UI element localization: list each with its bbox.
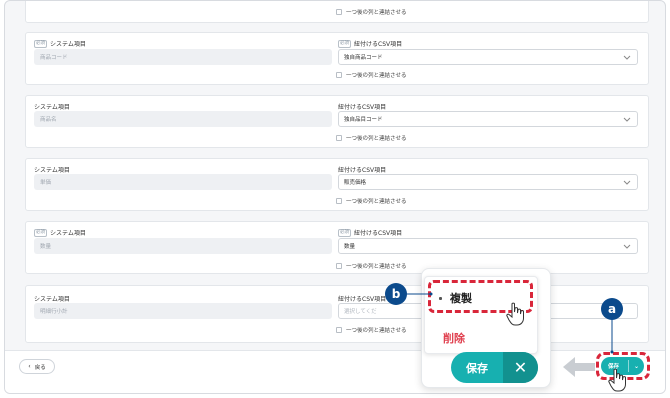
back-button-label: 戻る xyxy=(34,364,46,371)
chevron-down-icon xyxy=(623,180,631,185)
link-next-column-label: 一つ後の列と連結させる xyxy=(346,10,407,16)
save-split-button-enlarged[interactable]: 保存 ✕ xyxy=(451,352,538,383)
hand-cursor-icon xyxy=(608,368,626,392)
system-field-label: システム項目 xyxy=(34,296,70,303)
system-field-label: システム項目 xyxy=(34,104,70,111)
system-field-value: 数量 xyxy=(34,238,332,254)
link-next-column-checkbox[interactable]: 一つ後の列と連結させる xyxy=(336,134,407,142)
csv-field-select[interactable]: 販売価格 xyxy=(338,174,638,190)
save-button-label[interactable]: 保存 xyxy=(451,352,503,383)
csv-field-selected-value: 独自品目コード xyxy=(344,117,383,123)
link-next-column-label: 一つ後の列と連結させる xyxy=(346,136,407,142)
system-field-label: 必須 システム項目 xyxy=(34,228,86,237)
csv-field-label: 必須 紐付けるCSV項目 xyxy=(338,39,402,48)
mapping-row: システム項目 商品名 紐付けるCSV項目 独自品目コード 一つ後の列と連結させる xyxy=(25,95,649,148)
link-next-column-checkbox[interactable]: 一つ後の列と連結させる xyxy=(336,71,407,79)
csv-field-select[interactable]: 数量 xyxy=(338,238,638,254)
csv-field-label: 紐付けるCSV項目 xyxy=(338,104,387,111)
menu-item-delete[interactable]: 削除 xyxy=(443,330,465,346)
system-field-label: システム項目 xyxy=(34,167,70,174)
close-icon[interactable]: ✕ xyxy=(503,352,538,383)
required-tag: 必須 xyxy=(34,228,47,237)
chevron-left-icon: ‹ xyxy=(28,363,31,370)
connector-line xyxy=(405,292,433,296)
csv-field-label-text: 紐付けるCSV項目 xyxy=(354,41,403,48)
link-next-column-label: 一つ後の列と連結させる xyxy=(346,73,407,79)
chevron-down-icon xyxy=(623,55,631,60)
csv-field-label: 紐付けるCSV項目 xyxy=(338,167,387,174)
mapping-row: 必須 システム項目 数量 必須 紐付けるCSV項目 数量 一つ後の列と連結させる xyxy=(25,221,649,274)
arrow-left-icon xyxy=(563,357,595,377)
link-next-column-label: 一つ後の列と連結させる xyxy=(346,328,407,334)
csv-field-label: 紐付けるCSV項目 xyxy=(338,296,387,303)
mapping-row: システム項目 単価 紐付けるCSV項目 販売価格 一つ後の列と連結させる xyxy=(25,158,649,211)
app-window: 一つ後の列と連結させる 必須 システム項目 商品コード 必須 紐付けるCSV項目… xyxy=(4,0,666,394)
chevron-down-icon xyxy=(623,244,631,249)
chevron-down-icon xyxy=(623,117,631,122)
csv-field-selected-value: 販売価格 xyxy=(344,180,367,186)
mapping-row: システム項目 明細行小計 紐付けるCSV項目 選択してくだ 一つ後の列と連結させ… xyxy=(25,285,649,343)
mapping-row: 必須 システム項目 商品コード 必須 紐付けるCSV項目 独自商品コード 一つ後… xyxy=(25,32,649,85)
required-tag: 必須 xyxy=(34,39,47,48)
system-field-label-text: システム項目 xyxy=(50,230,86,237)
callout-marker-a: a xyxy=(601,298,623,320)
system-field-value: 明細行小計 xyxy=(34,303,332,319)
system-field-value: 商品コード xyxy=(34,49,332,65)
checkbox-box[interactable] xyxy=(336,72,342,78)
csv-field-select[interactable]: 独自商品コード xyxy=(338,49,638,65)
checkbox-box[interactable] xyxy=(336,263,342,269)
link-next-column-checkbox[interactable]: 一つ後の列と連結させる xyxy=(336,8,407,16)
link-next-column-label: 一つ後の列と連結させる xyxy=(346,264,407,270)
required-tag: 必須 xyxy=(338,39,351,48)
system-field-label: 必須 システム項目 xyxy=(34,39,86,48)
hand-cursor-icon xyxy=(506,302,524,326)
csv-field-placeholder: 選択してくだ xyxy=(344,309,377,315)
csv-field-select[interactable]: 独自品目コード xyxy=(338,111,638,127)
system-field-value: 商品名 xyxy=(34,111,332,127)
checkbox-box[interactable] xyxy=(336,198,342,204)
link-next-column-checkbox[interactable]: 一つ後の列と連結させる xyxy=(336,262,407,270)
connector-line xyxy=(610,318,614,354)
csv-field-selected-value: 数量 xyxy=(344,244,356,250)
required-tag: 必須 xyxy=(338,228,351,237)
csv-field-label-text: 紐付けるCSV項目 xyxy=(354,230,403,237)
link-next-column-label: 一つ後の列と連結させる xyxy=(346,199,407,205)
checkbox-box[interactable] xyxy=(336,327,342,333)
mapping-row: 一つ後の列と連結させる xyxy=(25,1,649,23)
link-next-column-checkbox[interactable]: 一つ後の列と連結させる xyxy=(336,326,407,334)
csv-field-label: 必須 紐付けるCSV項目 xyxy=(338,228,402,237)
delete-label: 削除 xyxy=(443,332,465,345)
system-field-value: 単価 xyxy=(34,174,332,190)
save-options-popup: 複製 削除 保存 ✕ xyxy=(421,268,551,388)
back-button[interactable]: ‹ 戻る xyxy=(19,359,55,374)
checkbox-box[interactable] xyxy=(336,9,342,15)
checkbox-box[interactable] xyxy=(336,135,342,141)
link-next-column-checkbox[interactable]: 一つ後の列と連結させる xyxy=(336,197,407,205)
system-field-label-text: システム項目 xyxy=(50,41,86,48)
callout-marker-b: b xyxy=(385,283,407,305)
csv-field-selected-value: 独自商品コード xyxy=(344,55,383,61)
